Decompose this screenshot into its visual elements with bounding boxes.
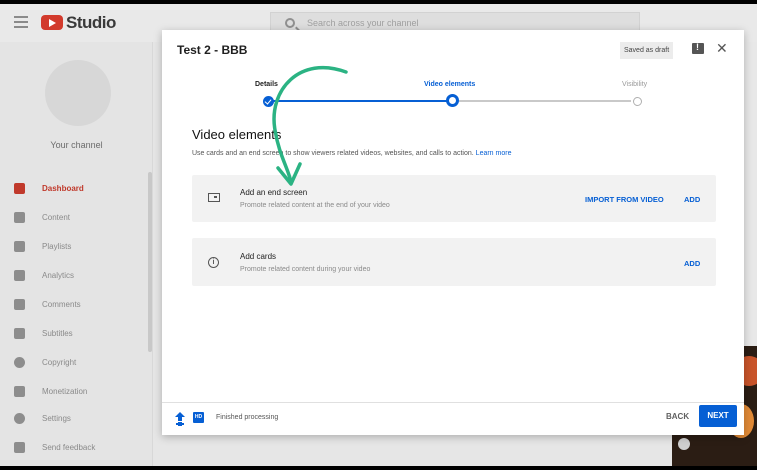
- monetization-icon: [14, 386, 25, 397]
- youtube-logo-icon[interactable]: [41, 15, 63, 30]
- copyright-icon: [14, 357, 25, 368]
- step-details-check-icon[interactable]: [263, 96, 274, 107]
- feedback-icon: [14, 442, 25, 453]
- sidebar-item-label: Comments: [42, 300, 81, 309]
- cards-title: Add cards: [240, 252, 277, 261]
- step-visibility-dot[interactable]: [633, 97, 642, 106]
- stepper-remaining-line: [459, 100, 631, 102]
- sidebar-item-subtitles[interactable]: Subtitles: [0, 321, 150, 347]
- report-feedback-icon[interactable]: [692, 42, 704, 54]
- channel-label: Your channel: [50, 140, 103, 150]
- sidebar-item-label: Dashboard: [42, 184, 84, 193]
- sidebar-item-copyright[interactable]: Copyright: [0, 350, 150, 376]
- info-icon: i: [208, 257, 219, 268]
- sidebar-item-comments[interactable]: Comments: [0, 292, 150, 318]
- sidebar-item-label: Analytics: [42, 271, 75, 280]
- step-visibility-label[interactable]: Visibility: [622, 81, 647, 88]
- analytics-icon: [14, 270, 25, 281]
- learn-more-link[interactable]: Learn more: [476, 150, 512, 157]
- section-description: Use cards and an end screen to show view…: [192, 150, 511, 157]
- dialog-title: Test 2 - BBB: [177, 43, 248, 57]
- sidebar-item-playlists[interactable]: Playlists: [0, 234, 150, 260]
- end-screen-subtitle: Promote related content at the end of yo…: [240, 202, 390, 209]
- settings-icon: [14, 413, 25, 424]
- end-screen-card: Add an end screen Promote related conten…: [192, 175, 716, 222]
- back-button[interactable]: BACK: [666, 412, 689, 421]
- end-screen-icon: [208, 193, 220, 202]
- upload-dialog: Test 2 - BBB Saved as draft ✕ Details Vi…: [162, 30, 744, 435]
- sidebar-item-content[interactable]: Content: [0, 205, 150, 231]
- import-from-video-button[interactable]: IMPORT FROM VIDEO: [585, 195, 664, 204]
- step-details-label[interactable]: Details: [255, 81, 278, 88]
- cards-card: i Add cards Promote related content duri…: [192, 238, 716, 286]
- subtitles-icon: [14, 328, 25, 339]
- brand-name: Studio: [66, 13, 116, 32]
- end-screen-title: Add an end screen: [240, 188, 308, 197]
- section-description-text: Use cards and an end screen to show view…: [192, 150, 474, 157]
- sidebar-item-label: Monetization: [42, 387, 88, 396]
- footer-divider: [162, 402, 744, 403]
- sidebar-item-settings[interactable]: Settings: [0, 406, 150, 432]
- channel-avatar[interactable]: [45, 60, 111, 126]
- playlists-icon: [14, 241, 25, 252]
- comments-icon: [14, 299, 25, 310]
- sidebar-item-label: Content: [42, 213, 71, 222]
- sidebar-item-label: Settings: [42, 414, 71, 423]
- sidebar-item-send-feedback[interactable]: Send feedback: [0, 435, 150, 461]
- add-cards-button[interactable]: ADD: [684, 259, 700, 268]
- sidebar-item-monetization[interactable]: Monetization: [0, 379, 150, 405]
- sidebar: Your channel Dashboard Content Playlists…: [0, 42, 153, 466]
- draft-status-badge: Saved as draft: [620, 42, 674, 59]
- upload-icon[interactable]: [175, 412, 185, 424]
- sidebar-item-label: Send feedback: [42, 443, 96, 452]
- menu-icon[interactable]: [14, 16, 28, 31]
- search-icon: [285, 18, 295, 28]
- cards-subtitle: Promote related content during your vide…: [240, 266, 371, 273]
- section-title: Video elements: [192, 127, 282, 142]
- sidebar-scrollbar[interactable]: [148, 172, 152, 352]
- content-icon: [14, 212, 25, 223]
- step-video-elements-label[interactable]: Video elements: [424, 81, 475, 88]
- sidebar-item-label: Playlists: [42, 242, 72, 251]
- processing-status: Finished processing: [216, 414, 279, 421]
- add-end-screen-button[interactable]: ADD: [684, 195, 700, 204]
- sidebar-item-label: Copyright: [42, 358, 77, 367]
- close-icon[interactable]: ✕: [716, 40, 728, 57]
- sidebar-item-dashboard[interactable]: Dashboard: [0, 176, 150, 202]
- step-video-elements-dot[interactable]: [446, 94, 459, 107]
- dashboard-icon: [14, 183, 25, 194]
- sidebar-item-label: Subtitles: [42, 329, 73, 338]
- hd-badge-icon: HD: [193, 412, 204, 423]
- sidebar-item-analytics[interactable]: Analytics: [0, 263, 150, 289]
- stepper-progress-line: [269, 100, 453, 102]
- search-placeholder: Search across your channel: [307, 18, 419, 28]
- next-button[interactable]: NEXT: [699, 405, 737, 427]
